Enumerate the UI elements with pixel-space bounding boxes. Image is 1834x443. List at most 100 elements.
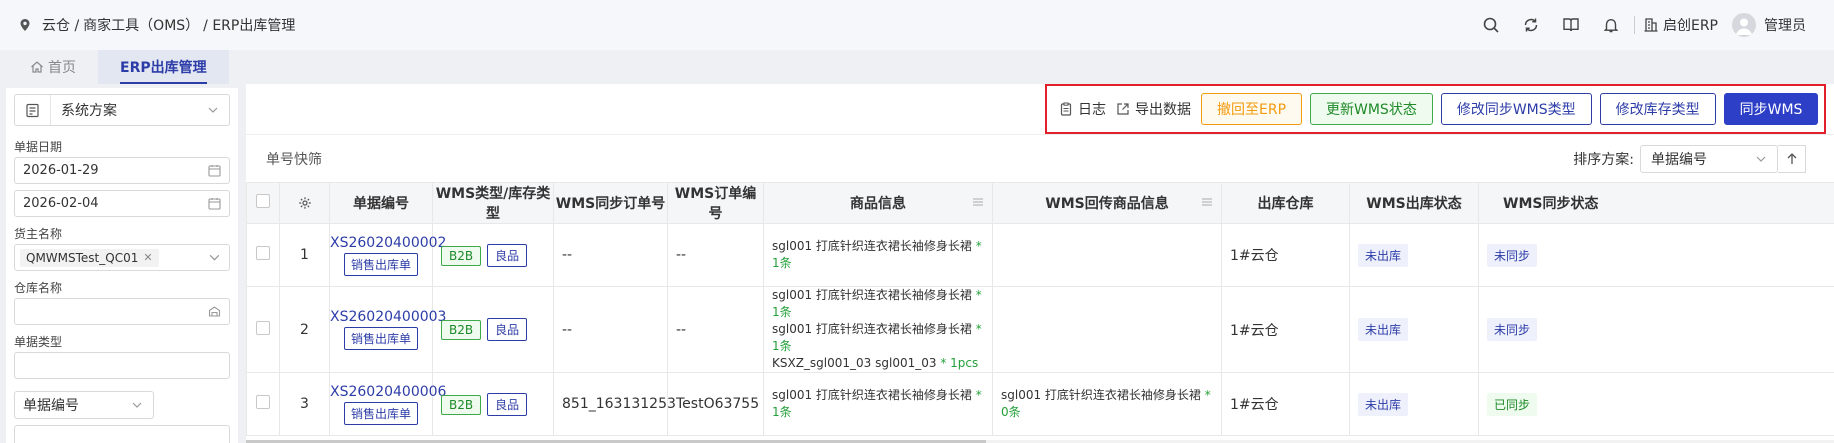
wms-order-cell: -- (667, 223, 764, 287)
table-row[interactable]: 1 XS26020400002 销售出库单 B2B 良品 -- -- sgl001… (246, 223, 1834, 287)
warehouse-cell: 1#云仓 (1221, 372, 1350, 436)
select-all-checkbox[interactable] (256, 194, 270, 208)
column-order-no[interactable]: 单据编号 (329, 182, 433, 224)
column-wms-type[interactable]: WMS类型/库存类型 (432, 182, 554, 224)
table-header: 单据编号 WMS类型/库存类型 WMS同步订单号 WMS订单编号 商品信息 WM… (246, 182, 1834, 224)
return-goods-cell: sgl001 打底针织连衣裙长袖修身长裙 * 0条 (992, 372, 1222, 436)
row-checkbox[interactable] (256, 395, 270, 409)
wms-type-tag: B2B (441, 245, 482, 266)
breadcrumb-current: / ERP出库管理 (203, 18, 296, 34)
column-return-goods[interactable]: WMS回传商品信息 (992, 182, 1222, 224)
remove-tag-icon[interactable]: ✕ (143, 251, 152, 264)
help-book-icon[interactable] (1562, 16, 1580, 34)
search-field-value: 单据编号 (23, 398, 79, 414)
doc-type-input[interactable] (14, 352, 230, 379)
row-select-cell (246, 286, 280, 373)
gear-icon[interactable] (298, 196, 312, 210)
column-settings-cell (279, 182, 330, 224)
date-from-input[interactable]: 2026-01-29 (14, 157, 230, 184)
chevron-down-icon (209, 254, 220, 261)
goods-name: sgl001 打底针织连衣裙长袖修身长裙 (772, 388, 972, 402)
sync-wms-button[interactable]: 同步WMS (1723, 93, 1819, 125)
column-sync-order[interactable]: WMS同步订单号 (553, 182, 668, 224)
export-link[interactable]: 导出数据 (1116, 99, 1191, 119)
breadcrumb-cloud[interactable]: 云仓 / (42, 15, 79, 35)
column-wms-order[interactable]: WMS订单编号 (667, 182, 764, 224)
select-all-cell (246, 182, 280, 224)
search-value-input[interactable] (14, 425, 230, 443)
owner-tag: QMWMSTest_QC01 ✕ (20, 248, 159, 267)
user-name[interactable]: 管理员 (1764, 15, 1806, 35)
column-menu-icon[interactable] (972, 196, 984, 208)
row-index: 2 (279, 286, 330, 373)
tab-home[interactable]: 首页 (0, 50, 98, 84)
toolbar: 日志 导出数据 撤回至ERP 更新WMS状态 修改同步WMS类型 修改库存类型 … (246, 84, 1834, 134)
goods-name: sgl001 打底针织连衣裙长袖修身长裙 (772, 322, 972, 336)
column-menu-icon[interactable] (1201, 196, 1213, 208)
breadcrumb-oms[interactable]: 商家工具（OMS） (83, 15, 199, 35)
log-link[interactable]: 日志 (1059, 99, 1106, 119)
table-row[interactable]: 2 XS26020400003 销售出库单 B2B 良品 -- -- sgl001… (246, 286, 1834, 373)
date-to-input[interactable]: 2026-02-04 (14, 190, 230, 217)
avatar[interactable] (1732, 13, 1756, 37)
out-status-badge: 未出库 (1358, 392, 1409, 416)
row-checkbox[interactable] (256, 320, 270, 335)
log-label: 日志 (1078, 102, 1106, 118)
goods-line: sgl001 打底针织连衣裙长袖修身长裙 * 1条 (772, 287, 992, 321)
revoke-to-erp-button[interactable]: 撤回至ERP (1201, 93, 1303, 125)
column-goods-label: 商品信息 (850, 196, 906, 212)
return-goods-cell (992, 286, 1222, 373)
warehouse-input[interactable] (14, 298, 230, 325)
column-out-status[interactable]: WMS出库状态 (1349, 182, 1479, 224)
goods-line: sgl001 打底针织连衣裙长袖修身长裙 * 1条 (772, 238, 992, 272)
warehouse-icon (208, 306, 221, 317)
sort-direction-button[interactable] (1778, 145, 1806, 173)
goods-cell: sgl001 打底针织连衣裙长袖修身长裙 * 1条 (763, 223, 993, 287)
notification-bell-icon[interactable] (1602, 16, 1620, 34)
modify-sync-wms-type-button[interactable]: 修改同步WMS类型 (1440, 93, 1592, 125)
filter-scheme-select[interactable]: 系统方案 (14, 94, 230, 126)
goods-line: sgl001 打底针织连衣裙长袖修身长裙 * 1条 (772, 387, 992, 421)
column-sync-status[interactable]: WMS同步状态 (1478, 182, 1834, 224)
tab-erp-outbound[interactable]: ERP出库管理 (98, 50, 229, 84)
row-checkbox[interactable] (256, 246, 270, 260)
order-no-link[interactable]: XS26020400006 (330, 384, 446, 400)
sync-order-cell: -- (553, 286, 668, 373)
order-no-link[interactable]: XS26020400003 (330, 309, 446, 325)
quick-filter-label[interactable]: 单号快筛 (266, 149, 322, 169)
update-wms-status-button[interactable]: 更新WMS状态 (1310, 93, 1433, 125)
refresh-icon[interactable] (1522, 16, 1540, 34)
chevron-down-icon (132, 402, 142, 408)
sync-status-badge: 未同步 (1487, 318, 1538, 341)
quick-filter-row: 单号快筛 排序方案: 单据编号 (246, 134, 1834, 182)
modify-stock-type-button[interactable]: 修改库存类型 (1599, 93, 1716, 125)
column-goods[interactable]: 商品信息 (763, 182, 993, 224)
wms-type-tag: B2B (441, 394, 482, 415)
location-pin-icon (20, 19, 30, 31)
return-goods-name: sgl001 打底针织连衣裙长袖修身长裙 (1001, 388, 1201, 402)
owner-label: 货主名称 (14, 227, 63, 241)
goods-line: KSXZ_sgl001_03 sgl001_03 * 1pcs (772, 355, 992, 372)
owner-select[interactable]: QMWMSTest_QC01 ✕ (14, 244, 230, 271)
search-icon[interactable] (1482, 16, 1500, 34)
scheme-list-icon (15, 95, 51, 125)
scheme-value: 系统方案 (61, 103, 117, 119)
search-field-select[interactable]: 单据编号 (14, 391, 154, 419)
goods-cell: sgl001 打底针织连衣裙长袖修身长裙 * 1条 sgl001 打底针织连衣裙… (763, 286, 993, 373)
sort-select[interactable]: 单据编号 (1640, 145, 1778, 173)
chevron-down-icon (208, 107, 218, 113)
goods-name: sgl001 打底针织连衣裙长袖修身长裙 (772, 239, 972, 253)
owner-tag-label: QMWMSTest_QC01 (26, 250, 139, 265)
page-tabs: 首页 ERP出库管理 (0, 50, 1834, 84)
erp-switcher[interactable]: 启创ERP (1643, 15, 1718, 35)
row-select-cell (246, 372, 280, 436)
column-warehouse[interactable]: 出库仓库 (1221, 182, 1350, 224)
clipboard-icon (1060, 102, 1072, 116)
arrow-up-icon (1787, 153, 1796, 164)
warehouse-cell: 1#云仓 (1221, 286, 1350, 373)
table-row[interactable]: 3 XS26020400006 销售出库单 B2B 良品 851_16313125… (246, 372, 1834, 436)
order-no-link[interactable]: XS26020400002 (330, 235, 446, 251)
warehouse-cell: 1#云仓 (1221, 223, 1350, 287)
top-header: 云仓 / 商家工具（OMS） / ERP出库管理 启创ERP 管理员 (0, 0, 1834, 50)
chevron-down-icon (1756, 156, 1766, 162)
